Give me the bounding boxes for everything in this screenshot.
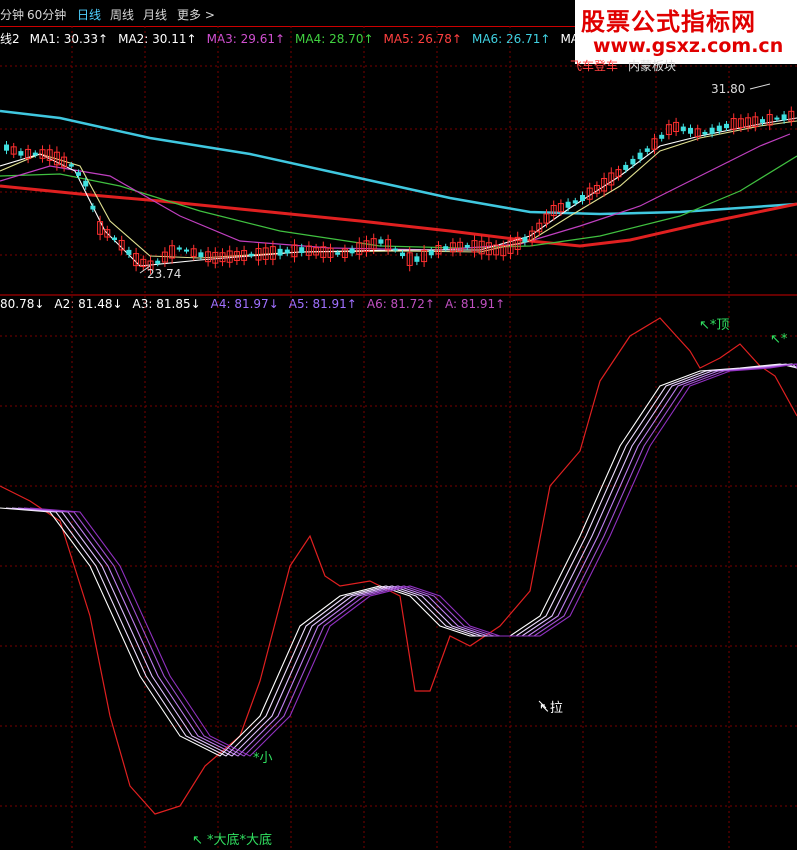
ma-fan-line — [23, 363, 797, 757]
candle-body-down — [623, 164, 629, 170]
candle-body-down — [284, 249, 290, 254]
candle-body-down — [400, 252, 405, 257]
candle-body-down — [443, 246, 449, 250]
tab-monthly[interactable]: 月线 — [143, 6, 167, 23]
candle-body-down — [630, 158, 636, 165]
candle-body-down — [155, 260, 161, 264]
candle-body-down — [774, 117, 780, 120]
candle-body-down — [4, 144, 9, 151]
candle-body-down — [522, 237, 528, 243]
candle-body-down — [709, 127, 715, 134]
tab-daily[interactable]: 日线 — [77, 6, 101, 23]
candle-body-down — [572, 200, 578, 204]
candle-body-down — [32, 152, 38, 156]
tab-weekly[interactable]: 周线 — [110, 6, 134, 23]
candle-body-down — [18, 151, 24, 156]
candle-body-down — [112, 237, 117, 241]
ma-fan-line — [0, 363, 797, 757]
candle-body-down — [659, 134, 665, 139]
candle-body-down — [565, 201, 571, 208]
annotation-small: *小 — [253, 751, 273, 766]
indicator-chart[interactable] — [0, 296, 797, 850]
candle-body-down — [580, 195, 585, 201]
candle-body-down — [299, 247, 305, 253]
candle-body-down — [76, 172, 81, 176]
ma-fan-line — [5, 363, 797, 757]
candle-body-down — [637, 152, 643, 160]
watermark-title: 股票公式指标网 — [581, 8, 756, 36]
price-chart[interactable] — [0, 26, 797, 296]
candle-body-down — [644, 148, 650, 152]
annotation-top: ↖*顶 — [699, 318, 730, 333]
candle-body-down — [277, 248, 283, 256]
candle-body-down — [414, 256, 420, 262]
annotation-top-2: ↖* — [770, 332, 788, 347]
tab-more[interactable]: 更多 > — [177, 6, 215, 23]
sector-note-prefix: 飞车登车 — [570, 59, 619, 73]
ma-fan-line — [11, 363, 797, 757]
high-price-label: 31.80 — [711, 82, 746, 96]
annotation-bottom: ↖ *大底*大底 — [192, 833, 273, 848]
candle-body-down — [68, 164, 74, 167]
ma-fan-line — [17, 363, 797, 757]
candle-body-down — [126, 249, 132, 255]
ma-green-line — [0, 155, 797, 249]
tab-minute[interactable]: 分钟 — [0, 6, 24, 23]
sector-note: 内蒙板块 — [628, 59, 677, 73]
candle-body-down — [184, 249, 189, 252]
candle-body-down — [428, 250, 434, 256]
annotation-pull: ↖拉 — [539, 701, 563, 716]
candle-body-down — [83, 180, 89, 187]
candle-body-down — [781, 114, 787, 121]
candle-body-down — [392, 248, 398, 251]
watermark-logo: 股票公式指标网 www.gsxz.com.cn — [575, 0, 797, 64]
candle-body-down — [248, 253, 254, 257]
candle-body-down — [716, 125, 722, 132]
candle-body-down — [349, 248, 355, 254]
low-price-label: 23.74 — [147, 267, 182, 281]
high-marker-arrow — [749, 83, 771, 90]
candle-body-down — [724, 123, 729, 129]
candle-body-down — [702, 131, 708, 135]
candle-body-down — [198, 252, 204, 258]
candle-body-down — [680, 126, 686, 132]
candle-body-down — [335, 252, 341, 255]
candle-body-down — [464, 244, 470, 248]
ma-red-line — [0, 184, 797, 248]
candle-body-down — [688, 127, 693, 134]
watermark-url: www.gsxz.com.cn — [593, 35, 784, 57]
candle-body-down — [378, 239, 384, 244]
tab-60min[interactable]: 60分钟 — [27, 6, 66, 23]
candle-body-down — [176, 247, 182, 250]
candle-body-down — [90, 205, 96, 210]
candle-body-down — [760, 119, 765, 123]
